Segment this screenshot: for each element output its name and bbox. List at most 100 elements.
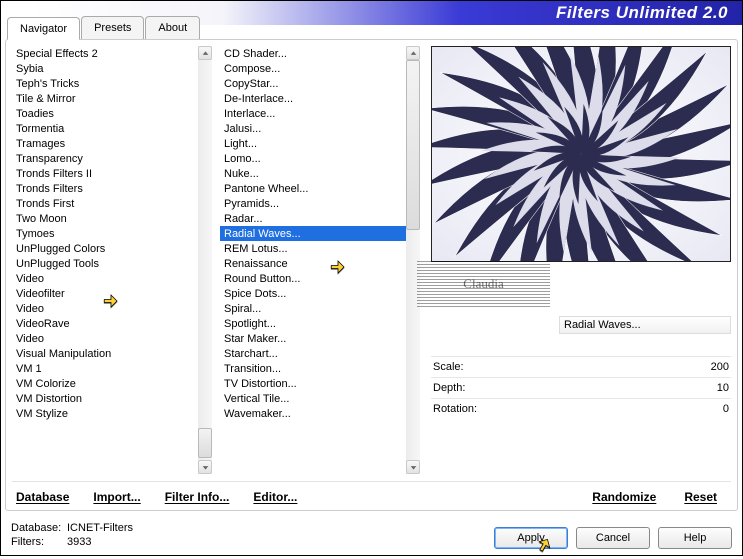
- scroll-thumb[interactable]: [406, 60, 420, 230]
- list-item[interactable]: Transparency: [12, 151, 198, 166]
- list-item[interactable]: Video: [12, 331, 198, 346]
- category-scrollbar[interactable]: [198, 46, 212, 474]
- list-item[interactable]: Radar...: [220, 211, 406, 226]
- apply-button[interactable]: Apply: [494, 527, 568, 549]
- filters-count-value: 3933: [67, 536, 91, 548]
- list-item[interactable]: Interlace...: [220, 106, 406, 121]
- list-item[interactable]: VM Distortion: [12, 391, 198, 406]
- list-item[interactable]: Wavemaker...: [220, 406, 406, 421]
- param-value[interactable]: 0: [723, 403, 729, 415]
- filter-name-display: Radial Waves...: [559, 316, 731, 334]
- list-item[interactable]: Special Effects 2: [12, 46, 198, 61]
- scroll-thumb[interactable]: [198, 428, 212, 458]
- list-item[interactable]: Sybia: [12, 61, 198, 76]
- list-item[interactable]: Star Maker...: [220, 331, 406, 346]
- list-item[interactable]: Nuke...: [220, 166, 406, 181]
- list-item[interactable]: Round Button...: [220, 271, 406, 286]
- reset-link[interactable]: Reset: [684, 490, 717, 504]
- param-row-depth: Depth: 10: [431, 377, 731, 398]
- database-label: Database:: [11, 521, 67, 535]
- editor-link[interactable]: Editor...: [253, 490, 297, 504]
- param-label: Rotation:: [433, 403, 477, 415]
- separator: [12, 481, 731, 482]
- list-item[interactable]: Tronds First: [12, 196, 198, 211]
- cancel-button[interactable]: Cancel: [576, 527, 650, 549]
- tab-about[interactable]: About: [145, 16, 200, 39]
- param-row-rotation: Rotation: 0: [431, 398, 731, 419]
- tab-navigator[interactable]: Navigator: [7, 17, 80, 40]
- param-label: Depth:: [433, 382, 465, 394]
- list-item[interactable]: Spotlight...: [220, 316, 406, 331]
- list-item[interactable]: Pyramids...: [220, 196, 406, 211]
- watermark-text: Claudia: [463, 276, 503, 292]
- filter-list-container: CD Shader...Compose...CopyStar...De-Inte…: [220, 46, 420, 474]
- list-item[interactable]: Spiral...: [220, 301, 406, 316]
- scroll-down-button[interactable]: [406, 460, 420, 474]
- database-link[interactable]: Database: [16, 490, 69, 504]
- list-item[interactable]: UnPlugged Colors: [12, 241, 198, 256]
- link-bar-left: Database Import... Filter Info... Editor…: [16, 490, 297, 504]
- scroll-down-button[interactable]: [198, 460, 212, 474]
- list-item[interactable]: Tormentia: [12, 121, 198, 136]
- dialog-buttons: Apply Cancel Help: [494, 527, 732, 549]
- bottom-bar: Database:ICNET-Filters Filters:3933 Appl…: [11, 515, 732, 549]
- content-panel: Special Effects 2SybiaTeph's TricksTile …: [5, 39, 738, 511]
- list-item[interactable]: UnPlugged Tools: [12, 256, 198, 271]
- list-item[interactable]: Toadies: [12, 106, 198, 121]
- list-item[interactable]: TV Distortion...: [220, 376, 406, 391]
- list-item[interactable]: Renaissance: [220, 256, 406, 271]
- database-value: ICNET-Filters: [67, 522, 133, 534]
- watermark-overlay: Claudia: [417, 261, 550, 307]
- list-item[interactable]: Tronds Filters II: [12, 166, 198, 181]
- list-item[interactable]: Transition...: [220, 361, 406, 376]
- list-item[interactable]: Compose...: [220, 61, 406, 76]
- list-item[interactable]: VM Stylize: [12, 406, 198, 421]
- filter-info-link[interactable]: Filter Info...: [165, 490, 230, 504]
- list-item[interactable]: Teph's Tricks: [12, 76, 198, 91]
- list-item[interactable]: Pantone Wheel...: [220, 181, 406, 196]
- tab-strip: Navigator Presets About: [7, 16, 201, 39]
- param-label: Scale:: [433, 361, 464, 373]
- filters-count-label: Filters:: [11, 535, 67, 549]
- param-value[interactable]: 10: [717, 382, 729, 394]
- preview-image: [431, 46, 731, 262]
- filter-scrollbar[interactable]: [406, 46, 420, 474]
- list-item[interactable]: Visual Manipulation: [12, 346, 198, 361]
- list-item[interactable]: REM Lotus...: [220, 241, 406, 256]
- list-item[interactable]: Tymoes: [12, 226, 198, 241]
- list-item[interactable]: Two Moon: [12, 211, 198, 226]
- list-item[interactable]: Tronds Filters: [12, 181, 198, 196]
- param-row-scale: Scale: 200: [431, 356, 731, 377]
- scroll-up-button[interactable]: [198, 46, 212, 60]
- list-item[interactable]: VM 1: [12, 361, 198, 376]
- category-list[interactable]: Special Effects 2SybiaTeph's TricksTile …: [12, 46, 198, 474]
- scroll-up-button[interactable]: [406, 46, 420, 60]
- list-item[interactable]: Spice Dots...: [220, 286, 406, 301]
- category-list-container: Special Effects 2SybiaTeph's TricksTile …: [12, 46, 212, 474]
- list-item[interactable]: Tramages: [12, 136, 198, 151]
- list-item[interactable]: Lomo...: [220, 151, 406, 166]
- list-item[interactable]: Radial Waves...: [220, 226, 406, 241]
- help-button[interactable]: Help: [658, 527, 732, 549]
- database-info: Database:ICNET-Filters Filters:3933: [11, 521, 133, 549]
- list-item[interactable]: CopyStar...: [220, 76, 406, 91]
- list-item[interactable]: Videofilter: [12, 286, 198, 301]
- filter-list[interactable]: CD Shader...Compose...CopyStar...De-Inte…: [220, 46, 406, 474]
- param-value[interactable]: 200: [711, 361, 729, 373]
- list-item[interactable]: Video: [12, 301, 198, 316]
- list-item[interactable]: VideoRave: [12, 316, 198, 331]
- tab-presets[interactable]: Presets: [81, 16, 144, 39]
- list-item[interactable]: Vertical Tile...: [220, 391, 406, 406]
- list-item[interactable]: De-Interlace...: [220, 91, 406, 106]
- parameter-panel: Scale: 200 Depth: 10 Rotation: 0: [431, 356, 731, 419]
- list-item[interactable]: Starchart...: [220, 346, 406, 361]
- list-item[interactable]: Video: [12, 271, 198, 286]
- randomize-link[interactable]: Randomize: [592, 490, 656, 504]
- list-item[interactable]: Jalusi...: [220, 121, 406, 136]
- link-bar-right: Randomize Reset: [592, 490, 717, 504]
- list-item[interactable]: Light...: [220, 136, 406, 151]
- list-item[interactable]: CD Shader...: [220, 46, 406, 61]
- import-link[interactable]: Import...: [93, 490, 140, 504]
- list-item[interactable]: Tile & Mirror: [12, 91, 198, 106]
- list-item[interactable]: VM Colorize: [12, 376, 198, 391]
